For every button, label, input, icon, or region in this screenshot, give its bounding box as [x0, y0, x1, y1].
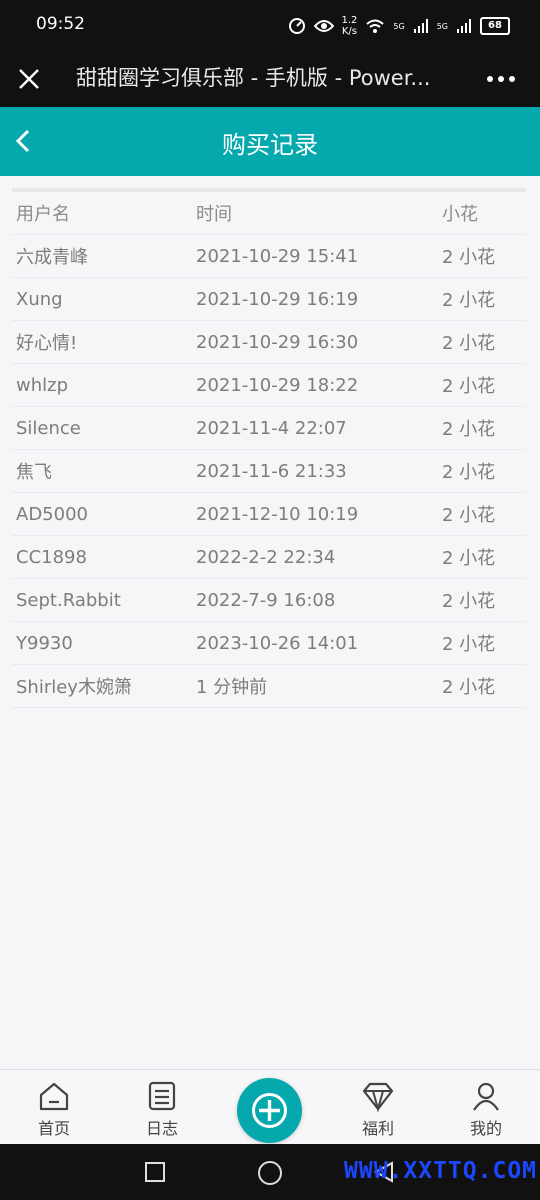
- cell-username: 焦飞: [16, 462, 52, 483]
- cell-username: 好心情!: [16, 333, 78, 354]
- cell-flowers: 2 小花: [442, 290, 496, 311]
- nav-home[interactable]: 首页: [19, 1080, 89, 1139]
- watermark: WWW.XXTTQ.COM: [344, 1158, 538, 1184]
- journal-icon: [148, 1081, 176, 1111]
- column-header-flowers: 小花: [442, 204, 478, 225]
- nav-mine[interactable]: 我的: [451, 1080, 521, 1139]
- cell-username: whlzp: [16, 374, 69, 396]
- cell-flowers: 2 小花: [442, 247, 496, 268]
- user-icon: [473, 1082, 499, 1111]
- network-speed: 1.2 K/s: [342, 15, 358, 37]
- eye-icon: [313, 20, 334, 32]
- wifi-icon: [366, 19, 385, 33]
- battery-icon: 68: [480, 17, 510, 35]
- cell-flowers: 2 小花: [442, 591, 496, 612]
- cell-time: 1 分钟前: [196, 677, 268, 698]
- table-row: AD5000 2021-12-10 10:19 2 小花: [12, 493, 526, 536]
- cell-username: 六成青峰: [16, 247, 88, 268]
- cell-time: 2021-12-10 10:19: [196, 503, 359, 525]
- table-row: Xung 2021-10-29 16:19 2 小花: [12, 278, 526, 321]
- status-bar: 09:52 1.2 K/s 5G 5G 68: [0, 0, 540, 52]
- browser-title-bar: 甜甜圈学习俱乐部 - 手机版 - Power...: [0, 52, 540, 107]
- system-nav-bar: WWW.XXTTQ.COM: [0, 1144, 540, 1200]
- purchase-record-table: 用户名 时间 小花 六成青峰 2021-10-29 15:41 2 小花 Xun…: [12, 188, 526, 708]
- plus-icon: [252, 1093, 287, 1128]
- app-header: 购买记录: [0, 107, 540, 176]
- signal-icon-2: [457, 19, 471, 33]
- table-row: CC1898 2022-2-2 22:34 2 小花: [12, 536, 526, 579]
- cell-time: 2021-11-6 21:33: [196, 460, 347, 482]
- status-icons: 1.2 K/s 5G 5G 68: [288, 10, 510, 42]
- speedometer-icon: [288, 18, 305, 34]
- table-row: 六成青峰 2021-10-29 15:41 2 小花: [12, 235, 526, 278]
- status-time: 09:52: [36, 14, 85, 34]
- add-button[interactable]: [237, 1078, 302, 1143]
- cell-username: Y9930: [16, 632, 73, 654]
- table-row: Y9930 2023-10-26 14:01 2 小花: [12, 622, 526, 665]
- nav-journal[interactable]: 日志: [127, 1080, 197, 1139]
- more-icon[interactable]: [486, 64, 516, 94]
- table-header-row: 用户名 时间 小花: [12, 192, 526, 235]
- cell-flowers: 2 小花: [442, 505, 496, 526]
- speed-unit: K/s: [341, 26, 358, 37]
- cell-time: 2021-10-29 15:41: [196, 245, 359, 267]
- table-row: Silence 2021-11-4 22:07 2 小花: [12, 407, 526, 450]
- table-row: Shirley木婉箫 1 分钟前 2 小花: [12, 665, 526, 708]
- cell-time: 2021-10-29 18:22: [196, 374, 359, 396]
- recents-icon[interactable]: [144, 1161, 166, 1183]
- cell-flowers: 2 小花: [442, 677, 496, 698]
- home-circle-icon[interactable]: [257, 1160, 283, 1186]
- nav-home-label: 首页: [37, 1119, 70, 1138]
- page-title: 甜甜圈学习俱乐部 - 手机版 - Power...: [76, 66, 431, 90]
- column-header-username: 用户名: [16, 204, 70, 225]
- nav-welfare-label: 福利: [361, 1119, 394, 1138]
- home-icon: [39, 1082, 69, 1111]
- signal-5g-label-2: 5G: [436, 21, 448, 31]
- cell-time: 2021-11-4 22:07: [196, 417, 347, 439]
- cell-username: Sept.Rabbit: [16, 589, 121, 611]
- cell-username: Shirley木婉箫: [16, 677, 132, 698]
- cell-time: 2022-7-9 16:08: [196, 589, 336, 611]
- cell-flowers: 2 小花: [442, 376, 496, 397]
- cell-time: 2022-2-2 22:34: [196, 546, 336, 568]
- table-row: Sept.Rabbit 2022-7-9 16:08 2 小花: [12, 579, 526, 622]
- cell-time: 2021-10-29 16:19: [196, 288, 359, 310]
- nav-journal-label: 日志: [145, 1119, 178, 1138]
- cell-flowers: 2 小花: [442, 548, 496, 569]
- cell-flowers: 2 小花: [442, 419, 496, 440]
- cell-username: CC1898: [16, 546, 87, 568]
- close-icon[interactable]: [14, 64, 44, 94]
- header-title: 购买记录: [222, 131, 318, 159]
- table-row: 好心情! 2021-10-29 16:30 2 小花: [12, 321, 526, 364]
- nav-mine-label: 我的: [469, 1119, 502, 1138]
- signal-icon: [413, 19, 428, 33]
- cell-time: 2021-10-29 16:30: [196, 331, 359, 353]
- cell-username: AD5000: [16, 503, 88, 525]
- table-row: whlzp 2021-10-29 18:22 2 小花: [12, 364, 526, 407]
- speed-value: 1.2: [341, 15, 358, 26]
- cell-flowers: 2 小花: [442, 333, 496, 354]
- column-header-time: 时间: [196, 204, 232, 225]
- cell-time: 2023-10-26 14:01: [196, 632, 359, 654]
- table-row: 焦飞 2021-11-6 21:33 2 小花: [12, 450, 526, 493]
- cell-flowers: 2 小花: [442, 462, 496, 483]
- cell-flowers: 2 小花: [442, 634, 496, 655]
- diamond-icon: [362, 1082, 394, 1112]
- nav-welfare[interactable]: 福利: [343, 1080, 413, 1139]
- bottom-nav: 首页 日志 福利 我的: [0, 1069, 540, 1145]
- cell-username: Silence: [16, 417, 81, 439]
- signal-5g-label: 5G: [393, 21, 405, 31]
- cell-username: Xung: [16, 288, 63, 310]
